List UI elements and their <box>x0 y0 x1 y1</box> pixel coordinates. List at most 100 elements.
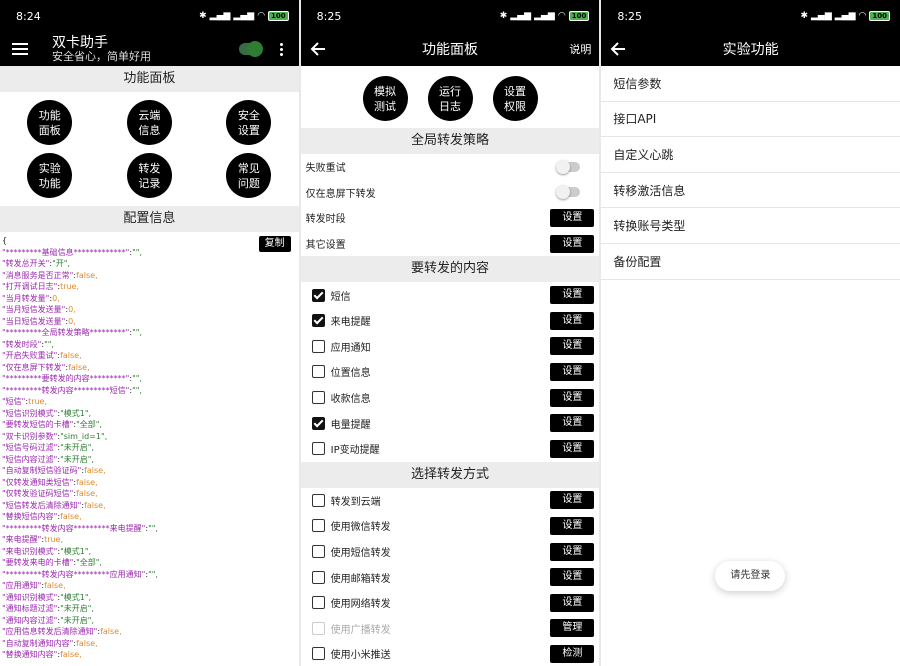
row-button[interactable]: 设置 <box>550 439 595 458</box>
panel-button-2[interactable]: 安全 设置 <box>226 100 272 145</box>
row-checkbox[interactable] <box>311 416 325 430</box>
method-rows: 转发到云端 设置 使用微信转发 设置 使用短信转发 设置 使用邮箱转发 设置 使用网络转发 设置使… <box>301 488 600 666</box>
experimental-item[interactable]: 自定义心跳 <box>601 137 900 173</box>
row-button[interactable]: 设置 <box>550 337 595 356</box>
row-button[interactable]: 设置 <box>550 388 595 407</box>
row-switch[interactable] <box>556 159 581 174</box>
config-line: "开启失败重试":false, <box>2 351 82 360</box>
battery-icon: 100 <box>568 11 590 21</box>
row-label: 仅在息屏下转发 <box>305 188 376 200</box>
row-checkbox[interactable] <box>311 288 325 302</box>
row-button[interactable]: 设置 <box>550 414 595 433</box>
config-line: "通知内容过滤":"未开启", <box>2 615 94 625</box>
config-line: "替换通知内容":false, <box>2 650 82 659</box>
battery-icon: 100 <box>869 11 891 21</box>
row-button[interactable]: 设置 <box>550 311 595 330</box>
row-checkbox[interactable] <box>311 493 325 507</box>
row-switch[interactable] <box>556 185 581 200</box>
config-line: "消息服务是否正常":false, <box>2 270 98 280</box>
wifi-icon: ◠ <box>557 11 566 21</box>
row-button[interactable]: 设置 <box>550 286 595 305</box>
settings-button[interactable]: 设置 <box>550 234 595 253</box>
row-checkbox[interactable] <box>311 365 325 379</box>
top-button-1[interactable]: 运行 日志 <box>427 76 473 121</box>
experimental-item[interactable]: 转移激活信息 <box>601 173 900 209</box>
status-icons: ✱ ▂▄▆ ▂▄▆ ◠ 100 <box>500 11 590 21</box>
checkbox-row: 使用小米推送 检测 <box>301 641 600 666</box>
back-arrow-icon[interactable] <box>309 40 327 58</box>
panel-button-0[interactable]: 功能 面板 <box>27 100 73 145</box>
row-checkbox[interactable] <box>311 570 325 584</box>
row-checkbox[interactable] <box>311 391 325 405</box>
signal-icon-2: ▂▄▆ <box>534 11 555 21</box>
menu-icon[interactable] <box>12 43 28 55</box>
row-checkbox[interactable] <box>311 545 325 559</box>
config-line: "转发总开关":"开", <box>2 259 70 268</box>
section-config-header: 配置信息 <box>0 206 299 232</box>
row-label: 收款信息 <box>330 394 371 406</box>
top-buttons: 模拟 测试 运行 日志 设置 权限 <box>301 66 600 128</box>
config-line: "当日短信发送量":0, <box>2 316 76 326</box>
status-bar: 8:25 ✱ ▂▄▆ ▂▄▆ ◠ 100 <box>601 0 900 32</box>
row-checkbox[interactable] <box>311 314 325 328</box>
config-line: "要转发短信的卡槽":"全部", <box>2 420 102 429</box>
row-button[interactable]: 设置 <box>550 516 595 535</box>
row-button[interactable]: 设置 <box>550 568 595 587</box>
row-button[interactable]: 设置 <box>550 491 595 510</box>
more-options-icon[interactable] <box>275 42 289 56</box>
signal-icon: ▂▄▆ <box>209 11 231 21</box>
toast-message: 请先登录 <box>715 561 786 591</box>
status-time: 8:24 <box>16 9 41 23</box>
copy-button[interactable]: 复制 <box>258 236 291 252</box>
top-button-2[interactable]: 设置 权限 <box>492 76 538 121</box>
row-checkbox[interactable] <box>311 596 325 610</box>
panel-button-1[interactable]: 云端 信息 <box>126 100 172 145</box>
row-button[interactable]: 检测 <box>550 644 595 663</box>
row-checkbox[interactable] <box>311 647 325 661</box>
row-button[interactable]: 管理 <box>550 619 595 638</box>
experimental-item[interactable]: 备份配置 <box>601 244 900 280</box>
checkbox-row: 收款信息 设置 <box>301 385 600 411</box>
row-checkbox[interactable] <box>311 519 325 533</box>
checkbox-row: 使用微信转发 设置 <box>301 513 600 539</box>
app-bar: 功能面板 说明 <box>300 32 600 66</box>
row-checkbox[interactable] <box>311 621 325 635</box>
config-line: "短信转发后清除通知":false, <box>2 500 106 510</box>
config-line: "*********要转发的内容*********":"", <box>2 374 142 383</box>
checkbox-row: 来电提醒 设置 <box>301 308 600 334</box>
row-button[interactable]: 设置 <box>550 542 595 561</box>
settings-button[interactable]: 设置 <box>550 208 595 227</box>
help-link[interactable]: 说明 <box>569 41 591 57</box>
row-label: 应用通知 <box>330 342 371 354</box>
panel-button-5[interactable]: 常见 问题 <box>226 153 272 198</box>
row-checkbox[interactable] <box>311 442 325 456</box>
experimental-item[interactable]: 转换账号类型 <box>601 208 900 244</box>
panel-button-3[interactable]: 实验 功能 <box>27 153 73 198</box>
master-toggle[interactable] <box>238 41 263 57</box>
config-line: "通知识别模式":"模式1", <box>2 592 92 602</box>
config-line: "仅在息屏下转发":false, <box>2 362 90 372</box>
checkbox-row: IP变动提醒 设置 <box>301 436 600 462</box>
wifi-icon: ◠ <box>257 11 266 21</box>
row-button[interactable]: 设置 <box>550 593 595 612</box>
global-row: 仅在息屏下转发 <box>301 180 600 206</box>
main-screen: 8:24 ✱ ▂▄▆ ▂▄▆ ◠ 100 双卡助手 安全省心，简单好用 功能面板… <box>0 0 299 666</box>
back-arrow-icon[interactable] <box>609 40 627 58</box>
row-button[interactable]: 设置 <box>550 362 595 381</box>
checkbox-row: 电量提醒 设置 <box>301 410 600 436</box>
row-label: 失败重试 <box>305 163 346 175</box>
row-checkbox[interactable] <box>311 339 325 353</box>
top-button-0[interactable]: 模拟 测试 <box>362 76 408 121</box>
experimental-item[interactable]: 短信参数 <box>601 66 900 102</box>
section-global-header: 全局转发策略 <box>300 128 600 154</box>
row-label: 来电提醒 <box>330 317 371 329</box>
app-title: 双卡助手 <box>52 34 108 51</box>
experimental-item[interactable]: 接口API <box>601 102 900 138</box>
row-label: IP变动提醒 <box>330 445 380 457</box>
experimental-list: 短信参数 接口API 自定义心跳 转移激活信息 转换账号类型 备份配置 <box>601 66 900 280</box>
config-line: "应用信息转发后清除通知":false, <box>2 627 122 636</box>
bluetooth-icon: ✱ <box>800 11 808 21</box>
panel-button-4[interactable]: 转发 记录 <box>126 153 172 198</box>
checkbox-row: 转发到云端 设置 <box>301 488 600 514</box>
config-line: "*********全局转发策略*********":"", <box>2 328 142 337</box>
